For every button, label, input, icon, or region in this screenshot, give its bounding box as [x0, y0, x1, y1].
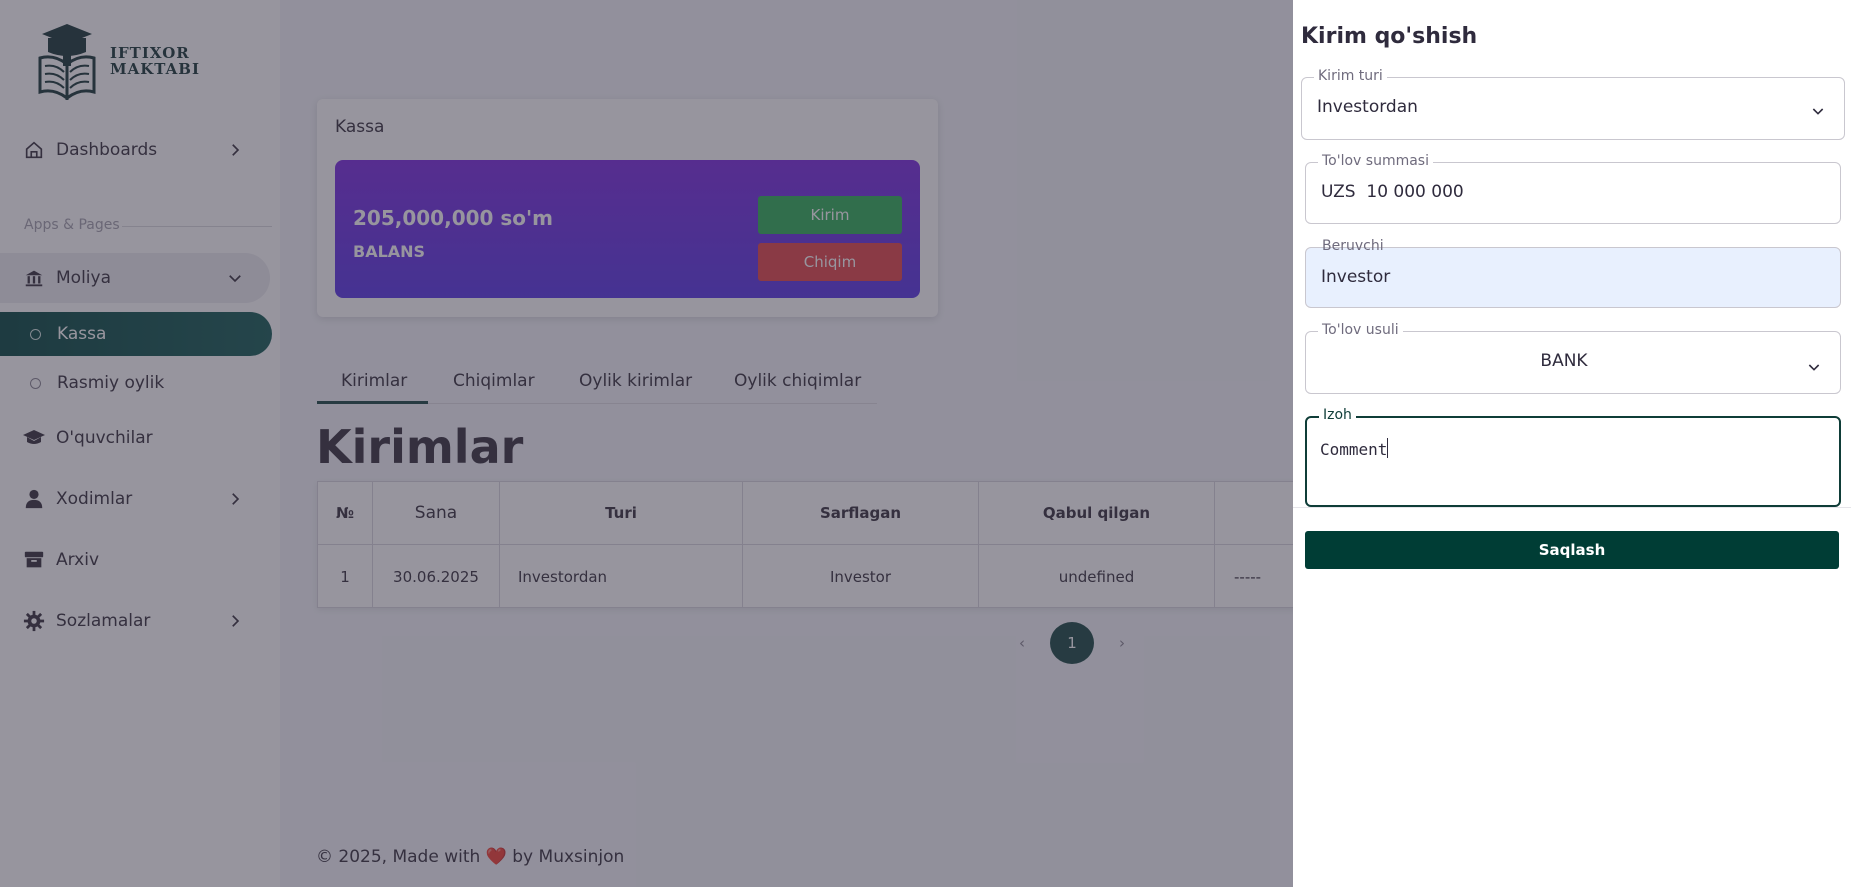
field-value: Investordan [1317, 97, 1418, 117]
field-value: UZS 10 000 000 [1321, 182, 1464, 202]
field-label: Beruvchi [1322, 238, 1384, 254]
field-label: To'lov summasi [1318, 153, 1433, 169]
field-value: BANK [1540, 351, 1588, 371]
drawer-title: Kirim qo'shish [1301, 24, 1478, 49]
beruvchi-field[interactable]: Beruvchi Investor [1305, 238, 1841, 308]
tolov-usuli-select[interactable]: To'lov usuli BANK [1305, 322, 1841, 394]
drawer-divider [1293, 507, 1851, 508]
tolov-summasi-field[interactable]: To'lov summasi UZS 10 000 000 [1305, 153, 1841, 224]
chevron-down-icon [1808, 364, 1820, 371]
save-button[interactable]: Saqlash [1305, 531, 1839, 569]
field-value: Comment [1320, 440, 1388, 459]
text-caret [1387, 438, 1389, 458]
field-label: Kirim turi [1314, 68, 1387, 84]
field-label: Izoh [1319, 407, 1356, 423]
field-label: To'lov usuli [1318, 322, 1403, 338]
kirim-turi-select[interactable]: Kirim turi Investordan [1301, 68, 1845, 140]
izoh-textarea[interactable]: Izoh Comment [1305, 407, 1841, 507]
add-kirim-drawer: Kirim qo'shish Kirim turi Investordan To… [1293, 0, 1851, 887]
field-value-wrap: Comment [1320, 438, 1389, 459]
field-value: Investor [1321, 267, 1391, 287]
chevron-down-icon [1812, 108, 1824, 115]
